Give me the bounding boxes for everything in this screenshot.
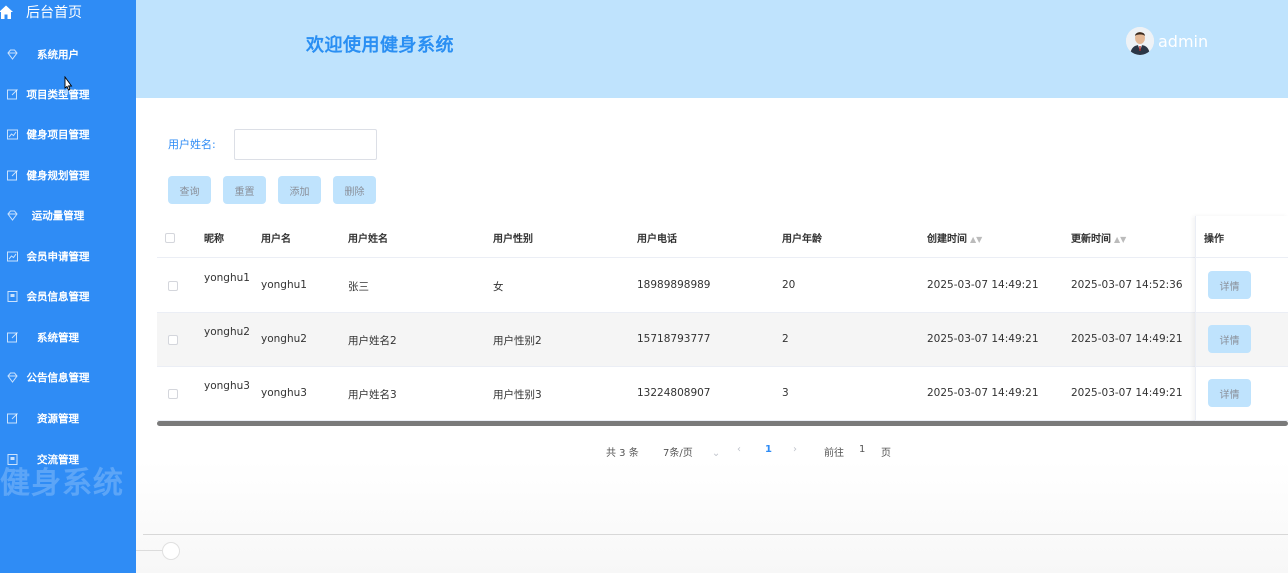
- table-row: yonghu2 yonghu2 用户姓名2 用户性别2 15718793777 …: [157, 313, 1288, 367]
- row-checkbox[interactable]: [168, 281, 178, 291]
- row-checkbox[interactable]: [168, 335, 178, 345]
- cell-username: yonghu2: [261, 333, 307, 345]
- column-header-username: 用户名: [261, 234, 291, 245]
- cell-username: yonghu1: [261, 279, 307, 291]
- sort-icon[interactable]: ▲▼: [1114, 235, 1126, 244]
- cell-gender: 用户性别3: [493, 389, 542, 401]
- cell-age: 3: [782, 387, 789, 399]
- cell-name: 用户姓名2: [348, 335, 397, 347]
- cell-name: 张三: [348, 281, 369, 293]
- column-header-gender: 用户性别: [493, 234, 533, 245]
- horizontal-scrollbar[interactable]: [157, 421, 1288, 426]
- select-all-checkbox[interactable]: [165, 233, 175, 243]
- sidebar-item-system-users[interactable]: 系统用户: [0, 34, 136, 74]
- search-label: 用户姓名:: [168, 138, 216, 151]
- table-row: yonghu3 yonghu3 用户姓名3 用户性别3 13224808907 …: [157, 367, 1288, 421]
- divider: [143, 534, 1288, 535]
- sort-icon[interactable]: ▲▼: [970, 235, 982, 244]
- cell-nickname: yonghu2: [204, 326, 250, 338]
- cell-phone: 15718793777: [637, 333, 711, 345]
- prev-page-icon[interactable]: ‹: [737, 444, 741, 455]
- goto-suffix: 页: [881, 448, 891, 459]
- column-header-created[interactable]: 创建时间 ▲▼: [927, 230, 982, 245]
- table-header: 昵称 用户名 用户姓名 用户性别 用户电话 用户年龄 创建时间 ▲▼ 更新时间 ▲▼: [157, 216, 1288, 258]
- home-icon: [0, 5, 13, 19]
- column-header-action: 操作: [1204, 234, 1224, 245]
- page-size-select[interactable]: 7条/页 ⌄: [663, 444, 720, 459]
- table-row: yonghu1 yonghu1 张三 女 18989898989 20 2025…: [157, 259, 1288, 313]
- sidebar-item-fitness-projects[interactable]: 健身项目管理: [0, 114, 136, 154]
- sidebar-item-label: 会员信息管理: [26, 290, 90, 303]
- page-number-current[interactable]: 1: [765, 444, 772, 455]
- sidebar-item-label: 健身项目管理: [26, 128, 90, 141]
- cell-updated: 2025-03-07 14:49:21: [1071, 333, 1183, 345]
- sidebar-item-label: 系统用户: [37, 48, 79, 61]
- column-header-created-label: 创建时间: [927, 234, 967, 245]
- sidebar-watermark: 健身系统: [0, 466, 124, 501]
- cell-updated: 2025-03-07 14:49:21: [1071, 387, 1183, 399]
- mouse-cursor-icon: [64, 76, 73, 91]
- column-header-age: 用户年龄: [782, 234, 822, 245]
- sidebar-item-label: 公告信息管理: [26, 371, 90, 384]
- page-title: 欢迎使用健身系统: [306, 35, 454, 56]
- user-avatar-icon: [1126, 27, 1154, 55]
- column-header-updated[interactable]: 更新时间 ▲▼: [1071, 230, 1126, 245]
- sidebar-home[interactable]: 后台首页: [0, 0, 136, 24]
- sidebar-item-member-applications[interactable]: 会员申请管理: [0, 236, 136, 276]
- cell-nickname: yonghu1: [204, 272, 250, 284]
- page-size-value: 7条/页: [663, 448, 693, 459]
- cell-created: 2025-03-07 14:49:21: [927, 387, 1039, 399]
- slider-handle[interactable]: [162, 542, 180, 560]
- bottom-area: [136, 460, 1288, 573]
- user-name-search-input[interactable]: [234, 129, 377, 160]
- sidebar-item-label: 系统管理: [37, 331, 79, 344]
- cell-phone: 18989898989: [637, 279, 711, 291]
- column-header-name: 用户姓名: [348, 234, 388, 245]
- column-header-phone: 用户电话: [637, 234, 677, 245]
- sidebar-item-label: 运动量管理: [31, 209, 85, 222]
- cell-updated: 2025-03-07 14:52:36: [1071, 279, 1183, 291]
- cell-name: 用户姓名3: [348, 389, 397, 401]
- cell-age: 20: [782, 279, 796, 291]
- cell-nickname: yonghu3: [204, 380, 250, 392]
- sidebar-item-announcements[interactable]: 公告信息管理: [0, 357, 136, 397]
- goto-page-input[interactable]: 1: [859, 444, 865, 455]
- sidebar-item-member-info[interactable]: 会员信息管理: [0, 276, 136, 316]
- header: 欢迎使用健身系统 admin: [136, 0, 1288, 98]
- cell-gender: 女: [493, 281, 504, 293]
- query-button[interactable]: 查询: [168, 176, 211, 204]
- sidebar-item-fitness-plans[interactable]: 健身规划管理: [0, 155, 136, 195]
- pagination-total: 共 3 条: [606, 448, 639, 459]
- column-header-nickname: 昵称: [204, 234, 224, 245]
- cell-username: yonghu3: [261, 387, 307, 399]
- action-column: 操作 详情 详情 详情: [1195, 216, 1288, 422]
- add-button[interactable]: 添加: [278, 176, 321, 204]
- cell-gender: 用户性别2: [493, 335, 542, 347]
- cell-created: 2025-03-07 14:49:21: [927, 333, 1039, 345]
- goto-prefix: 前往: [824, 448, 844, 459]
- cell-phone: 13224808907: [637, 387, 711, 399]
- column-header-updated-label: 更新时间: [1071, 234, 1111, 245]
- detail-button[interactable]: 详情: [1208, 325, 1251, 353]
- delete-button[interactable]: 删除: [333, 176, 376, 204]
- sidebar-item-label: 健身规划管理: [26, 169, 90, 182]
- sidebar-item-system-management[interactable]: 系统管理: [0, 317, 136, 357]
- sidebar-item-exercise[interactable]: 运动量管理: [0, 195, 136, 235]
- next-page-icon[interactable]: ›: [793, 444, 797, 455]
- username[interactable]: admin: [1158, 32, 1208, 51]
- chevron-down-icon: ⌄: [711, 448, 721, 459]
- cell-created: 2025-03-07 14:49:21: [927, 279, 1039, 291]
- avatar[interactable]: [1126, 27, 1154, 55]
- detail-button[interactable]: 详情: [1208, 379, 1251, 407]
- row-checkbox[interactable]: [168, 389, 178, 399]
- sidebar-home-label: 后台首页: [26, 5, 82, 21]
- sidebar-item-label: 会员申请管理: [26, 250, 90, 263]
- reset-button[interactable]: 重置: [223, 176, 266, 204]
- cell-age: 2: [782, 333, 789, 345]
- sidebar-item-label: 项目类型管理: [26, 88, 90, 101]
- detail-button[interactable]: 详情: [1208, 271, 1251, 299]
- sidebar-item-resources[interactable]: 资源管理: [0, 398, 136, 438]
- sidebar-item-label: 资源管理: [37, 412, 79, 425]
